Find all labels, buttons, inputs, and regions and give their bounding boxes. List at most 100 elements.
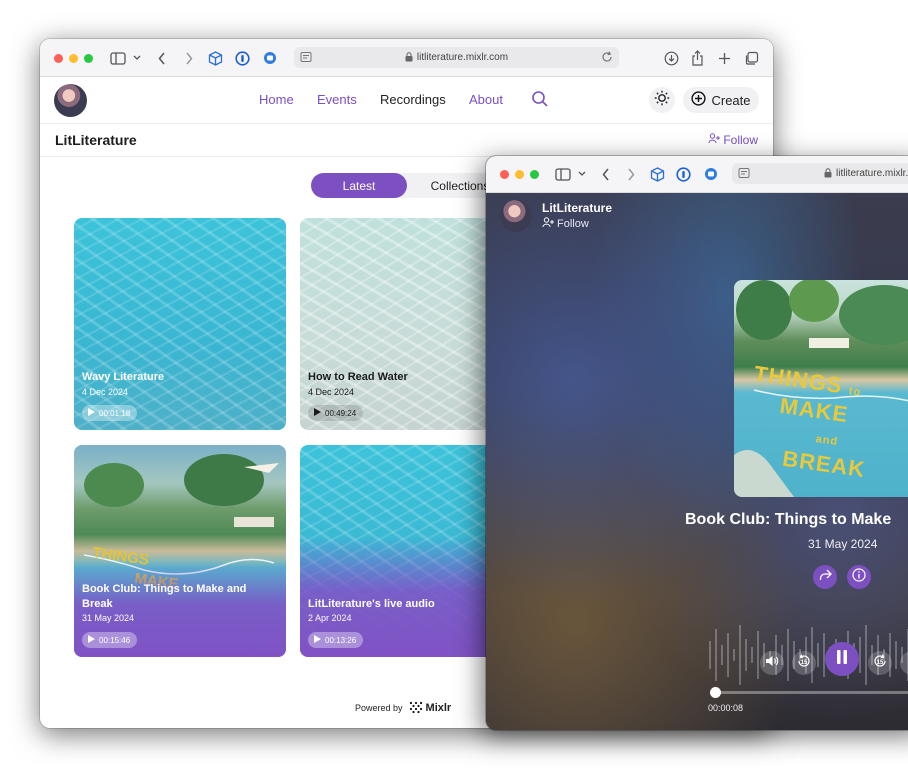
theme-toggle-button[interactable] bbox=[649, 87, 675, 113]
play-icon bbox=[314, 635, 321, 645]
recording-card[interactable]: LitLiterature's live audio 2 Apr 2024 00… bbox=[300, 445, 512, 657]
close-window-button[interactable] bbox=[500, 170, 509, 179]
elapsed-time: 00:00:08 bbox=[708, 703, 744, 713]
svg-text:15: 15 bbox=[801, 659, 808, 665]
audio-player: LitLiterature Follow THINGS to MAKE and … bbox=[486, 193, 908, 730]
add-person-icon bbox=[708, 133, 721, 147]
browser-window-player: litliterature.mixlr.com LitLiterature Fo… bbox=[486, 156, 908, 730]
follow-button[interactable]: Follow bbox=[708, 133, 758, 147]
channel-name: LitLiterature bbox=[542, 201, 613, 215]
sidebar-toggle-icon[interactable] bbox=[555, 165, 571, 183]
address-bar[interactable]: litliterature.mixlr.com bbox=[294, 47, 619, 68]
sun-icon bbox=[654, 90, 670, 111]
fast-forward-icon: 15 bbox=[872, 653, 888, 674]
recording-date: 4 Dec 2024 bbox=[308, 387, 355, 397]
follow-label: Follow bbox=[557, 218, 589, 230]
pause-icon bbox=[836, 649, 848, 669]
artwork-title-art: THINGS to MAKE and BREAK bbox=[752, 360, 867, 483]
chat-extension-icon[interactable] bbox=[704, 165, 718, 183]
play-button[interactable]: 00:15:46 bbox=[82, 632, 138, 648]
volume-button[interactable] bbox=[760, 651, 784, 675]
forward-15-button[interactable]: 15 bbox=[868, 651, 892, 675]
episode-title: Book Club: Things to Make bbox=[685, 511, 892, 528]
sidebar-toggle-icon[interactable] bbox=[110, 49, 126, 67]
progress-handle[interactable] bbox=[710, 687, 721, 698]
search-icon[interactable] bbox=[531, 90, 549, 113]
cube-extension-icon[interactable] bbox=[650, 165, 665, 183]
nav-about[interactable]: About bbox=[469, 92, 503, 107]
download-icon[interactable] bbox=[664, 49, 679, 67]
share-icon[interactable] bbox=[691, 49, 704, 67]
speaker-icon bbox=[765, 654, 779, 672]
url-text: litliterature.mixlr.com bbox=[836, 168, 908, 179]
page-settings-icon[interactable] bbox=[738, 167, 750, 182]
recording-duration: 00:01:18 bbox=[99, 408, 131, 418]
nav-home[interactable]: Home bbox=[259, 92, 294, 107]
avatar[interactable] bbox=[54, 84, 87, 117]
recording-card[interactable]: Wavy Literature 4 Dec 2024 00:01:18 bbox=[74, 218, 286, 430]
url-text: litliterature.mixlr.com bbox=[416, 52, 509, 63]
browser-toolbar: litliterature.mixlr.com bbox=[40, 39, 773, 77]
chevron-down-icon[interactable] bbox=[133, 49, 141, 67]
nav-events[interactable]: Events bbox=[317, 92, 357, 107]
close-window-button[interactable] bbox=[54, 54, 63, 63]
powered-by-footer[interactable]: Powered by Mixlr bbox=[355, 701, 451, 715]
chat-extension-icon[interactable] bbox=[263, 49, 277, 67]
play-button[interactable]: 00:49:24 bbox=[308, 405, 364, 421]
share-arrow-icon bbox=[819, 568, 832, 586]
minimize-window-button[interactable] bbox=[69, 54, 78, 63]
new-tab-icon[interactable] bbox=[718, 49, 731, 67]
rewind-15-button[interactable]: 15 bbox=[792, 651, 816, 675]
tab-latest[interactable]: Latest bbox=[311, 173, 407, 198]
forward-arrow-icon[interactable] bbox=[185, 49, 193, 67]
create-button[interactable]: Create bbox=[683, 87, 759, 113]
info-icon bbox=[852, 567, 866, 587]
play-icon bbox=[88, 408, 95, 418]
password-extension-icon[interactable] bbox=[676, 165, 691, 183]
play-button[interactable]: 00:01:18 bbox=[82, 405, 138, 421]
screenshot-stage: litliterature.mixlr.com Home Events Reco… bbox=[0, 0, 908, 768]
chevron-down-icon[interactable] bbox=[578, 165, 586, 183]
pause-button[interactable] bbox=[825, 642, 859, 676]
zoom-window-button[interactable] bbox=[84, 54, 93, 63]
recording-card[interactable]: How to Read Water 4 Dec 2024 00:49:24 bbox=[300, 218, 512, 430]
recording-card[interactable]: THINGS MAKE Book Club: Things to Make an… bbox=[74, 445, 286, 657]
info-button[interactable] bbox=[847, 565, 871, 589]
share-button[interactable] bbox=[813, 565, 837, 589]
recording-date: 4 Dec 2024 bbox=[82, 387, 129, 397]
episode-date: 31 May 2024 bbox=[808, 537, 878, 551]
cube-extension-icon[interactable] bbox=[208, 49, 223, 67]
zoom-window-button[interactable] bbox=[530, 170, 539, 179]
powered-by-label: Powered by bbox=[355, 703, 403, 713]
channel-title-bar: LitLiterature Follow bbox=[40, 124, 773, 157]
avatar[interactable] bbox=[500, 200, 532, 232]
lock-icon bbox=[405, 51, 413, 64]
play-icon bbox=[88, 635, 95, 645]
follow-button[interactable]: Follow bbox=[542, 217, 589, 231]
back-arrow-icon[interactable] bbox=[158, 49, 166, 67]
address-bar[interactable]: litliterature.mixlr.com bbox=[732, 163, 908, 184]
back-arrow-icon[interactable] bbox=[602, 165, 610, 183]
recording-title: Book Club: Things to Make and Break bbox=[82, 583, 247, 610]
recording-duration: 00:49:24 bbox=[325, 408, 357, 418]
recording-duration: 00:13:26 bbox=[325, 635, 357, 645]
tab-overview-icon[interactable] bbox=[744, 49, 759, 67]
minimize-window-button[interactable] bbox=[515, 170, 524, 179]
episode-artwork: THINGS to MAKE and BREAK bbox=[734, 280, 908, 497]
page-settings-icon[interactable] bbox=[300, 51, 312, 66]
play-button[interactable]: 00:13:26 bbox=[308, 632, 364, 648]
recording-date: 2 Apr 2024 bbox=[308, 613, 352, 623]
lock-icon bbox=[824, 167, 832, 180]
nav-recordings[interactable]: Recordings bbox=[380, 92, 446, 107]
mixlr-brand-name: Mixlr bbox=[425, 702, 452, 714]
follow-label: Follow bbox=[723, 133, 758, 147]
add-person-icon bbox=[542, 217, 554, 231]
reload-icon[interactable] bbox=[601, 51, 613, 66]
rewind-icon: 15 bbox=[796, 653, 812, 674]
browser-toolbar: litliterature.mixlr.com bbox=[486, 156, 908, 193]
svg-text:15: 15 bbox=[877, 659, 884, 665]
password-extension-icon[interactable] bbox=[235, 49, 250, 67]
progress-track[interactable] bbox=[715, 691, 908, 694]
recordings-tab-group: Latest Collections bbox=[311, 173, 501, 198]
forward-arrow-icon[interactable] bbox=[627, 165, 635, 183]
